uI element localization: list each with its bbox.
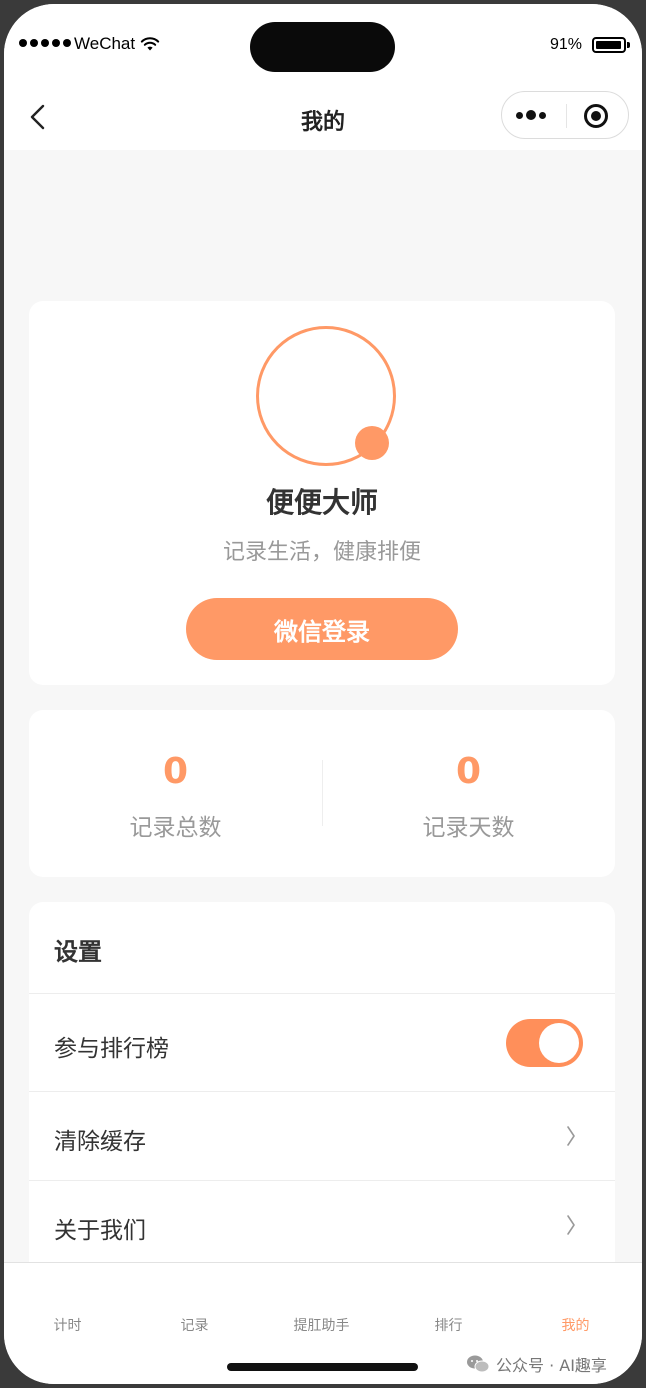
settings-row-label: 参与排行榜 [54,1036,169,1062]
chevron-right-icon [567,1215,575,1235]
tab-kegel-assistant[interactable]: 提肛助手 [258,1315,385,1335]
wechat-icon [467,1355,490,1373]
chevron-right-icon [567,1126,575,1146]
settings-row-label: 清除缓存 [54,1129,146,1155]
stat-record-days: 0 记录天数 [322,750,615,842]
capsule-divider [566,104,567,128]
tab-mine[interactable]: 我的 [512,1315,639,1335]
profile-card: 便便大师 记录生活，健康排便 微信登录 [29,301,615,685]
stat-total-records: 0 记录总数 [29,750,322,842]
tab-timer[interactable]: 计时 [4,1315,131,1335]
dynamic-island [250,22,395,72]
navigation-bar: 我的 [4,80,642,150]
leaderboard-toggle[interactable] [506,1019,583,1067]
battery-icon [592,37,630,53]
app-name: 便便大师 [265,486,378,519]
tab-records[interactable]: 记录 [131,1315,258,1335]
app-slogan: 记录生活，健康排便 [222,540,421,565]
settings-title: 设置 [54,938,102,966]
wifi-icon [140,37,160,51]
target-circle-icon[interactable] [584,104,608,128]
avatar-badge [355,426,389,460]
battery-percent: 91% [550,36,583,53]
wechat-login-button[interactable]: 微信登录 [186,598,458,660]
watermark-text: 公众号 · AI趣享 [496,1356,607,1375]
mini-program-capsule [501,91,629,139]
phone-screen: WeChat 91% 我的 便便大师 记录生活，健康排便 微信登录 0 记录总数… [4,4,642,1384]
signal-strength-icon [19,39,71,47]
tab-ranking[interactable]: 排行 [385,1315,512,1335]
stats-card: 0 记录总数 0 记录天数 [29,710,615,877]
carrier-name: WeChat [74,34,136,53]
stat-total-label: 记录总数 [129,815,222,841]
more-dots-icon[interactable] [516,110,546,120]
settings-row-clear-cache[interactable]: 清除缓存 [29,1091,615,1180]
home-indicator [227,1363,418,1371]
settings-row-about-us[interactable]: 关于我们 [29,1180,615,1269]
stat-total-value: 0 [162,751,189,792]
watermark: 公众号 · AI趣享 [466,1352,607,1376]
stat-days-value: 0 [455,751,482,792]
toggle-knob [539,1023,579,1063]
settings-card: 设置 参与排行榜 清除缓存 关于我们 [29,902,615,1322]
stat-days-label: 记录天数 [422,815,515,841]
settings-row-label: 关于我们 [54,1218,146,1244]
settings-row-leaderboard[interactable]: 参与排行榜 [29,993,615,1091]
